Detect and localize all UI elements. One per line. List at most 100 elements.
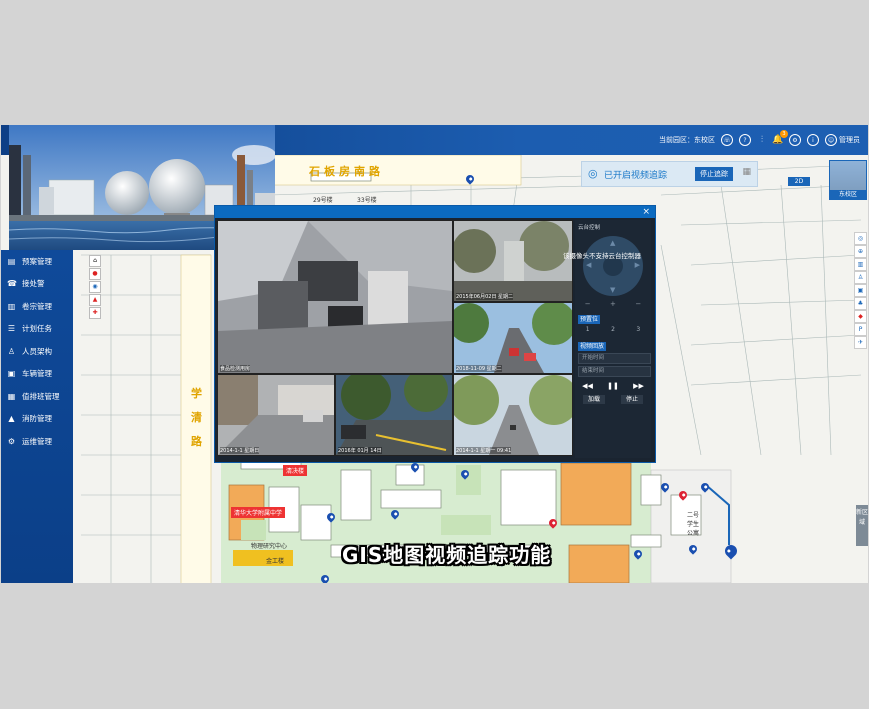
map-tool-tree-icon[interactable]: ♣ — [854, 297, 867, 310]
building-tag[interactable]: 清华大学附属中学 — [231, 507, 286, 518]
preset-tab[interactable]: 预置位 — [578, 315, 600, 324]
preset-1[interactable]: 1 — [586, 326, 590, 333]
map-tool-sos-icon[interactable]: ✚ — [89, 307, 101, 319]
sidebar-item-plan[interactable]: ▤ 预案管理 — [1, 250, 73, 273]
user-name[interactable]: 管理员 — [839, 135, 860, 145]
sliders-icon[interactable]: ⫶ — [757, 135, 767, 145]
arrow-up-icon[interactable]: ▲ — [610, 239, 615, 247]
car-icon: ▣ — [7, 369, 16, 379]
folder-icon: ▥ — [7, 301, 16, 311]
help-icon[interactable]: ? — [739, 134, 751, 146]
close-icon[interactable]: × — [642, 206, 650, 218]
map-tool-parking-icon[interactable]: P — [854, 323, 867, 336]
camera-feed-1[interactable]: 食品检测用房 — [217, 220, 453, 374]
road-label-left: 学 清 路 — [191, 387, 202, 448]
tracking-notice: ◎ 已开启视频追踪 停止追踪 ▦ — [581, 161, 758, 187]
building-label: 二号学生公寓 — [687, 512, 700, 537]
video-tracking-dialog: × 食品检测用房 2015年06月02日 星期二 2018-11-09 星期二 … — [214, 205, 656, 463]
sidebar-item-people[interactable]: ♙ 人员架构 — [1, 340, 73, 363]
preset-numbers: 1 2 3 — [575, 326, 651, 333]
fast-forward-icon[interactable]: ▶▶ — [633, 382, 644, 390]
arrow-down-icon[interactable]: ▼ — [610, 286, 615, 294]
stop-button[interactable]: 停止 — [621, 395, 643, 404]
zoom-out-icon[interactable]: − — [585, 300, 591, 308]
courtyard-camera-image — [336, 375, 452, 455]
map-tool-building-icon[interactable]: ▥ — [854, 258, 867, 271]
top-bar-right: 当前园区： 东校区 ☏ ? ⫶ 🔔 3 ⚙ i ☺ 管理员 — [659, 125, 860, 155]
preset-3[interactable]: 3 — [636, 326, 640, 333]
dialog-title-bar: × — [215, 206, 655, 218]
map-tool-globe-icon[interactable]: ⊕ — [854, 245, 867, 258]
map-tool-home-icon[interactable]: ⌂ — [89, 255, 101, 267]
rewind-icon[interactable]: ◀◀ — [582, 382, 593, 390]
building-label: 29号楼 — [313, 197, 333, 204]
camera-feed-2[interactable]: 2015年06月02日 星期二 — [453, 220, 573, 302]
target-icon: ◎ — [588, 167, 598, 180]
building-tag[interactable]: 金工楼 — [263, 555, 288, 566]
map-tool-fire-icon[interactable]: ▲ — [89, 294, 101, 306]
map-tool-layer-icon[interactable]: ◎ — [854, 232, 867, 245]
app-screen: 石板房南路 学 清 路 29号楼 33号楼 金工楼 清华大学附属中学 清决楼 物… — [1, 125, 868, 583]
fire-icon: ▲ — [8, 414, 15, 424]
playback-tab[interactable]: 视频回放 — [578, 342, 606, 351]
view-mode-2d-toggle[interactable]: 2D — [788, 177, 810, 186]
gear-icon[interactable]: ⚙ — [789, 134, 801, 146]
info-icon[interactable]: i — [807, 134, 819, 146]
trees-camera-image — [454, 221, 572, 301]
load-button[interactable]: 加载 — [583, 395, 605, 404]
building-tag[interactable]: 清决楼 — [283, 465, 308, 476]
sidebar-item-tasks[interactable]: ☰ 计划任务 — [1, 318, 73, 341]
camera-caption: 2018-11-09 星期二 — [456, 365, 502, 372]
bell-icon[interactable]: 🔔 3 — [772, 130, 788, 145]
side-tab[interactable]: 新区域 — [856, 505, 868, 546]
alarm-icon: ☎ — [7, 279, 17, 289]
map-tool-location-icon[interactable]: ◆ — [854, 310, 867, 323]
zoom-in-icon[interactable]: + — [610, 300, 616, 308]
sidebar-item-vehicles[interactable]: ▣ 车辆管理 — [1, 363, 73, 386]
gear-icon: ⚙ — [7, 436, 16, 446]
tracking-notice-text: 已开启视频追踪 — [604, 171, 668, 181]
phone-icon[interactable]: ☏ — [721, 134, 733, 146]
document-icon: ▤ — [7, 256, 16, 266]
sidebar-item-fire[interactable]: ▲ 消防管理 — [1, 408, 73, 431]
camera-feed-5[interactable]: 2016年 01月 14日 — [335, 374, 453, 456]
street-camera-image — [454, 303, 572, 373]
gate-camera-image — [218, 375, 334, 455]
map-tool-drone-icon[interactable]: ✈ — [854, 336, 867, 349]
ptz-unsupported-message: 该摄像头不支持云台控制器 — [563, 252, 641, 260]
layers-icon[interactable]: ▦ — [742, 167, 751, 177]
camera-feed-3[interactable]: 2018-11-09 星期二 — [453, 302, 573, 374]
sidebar-item-alarm[interactable]: ☎ 接处警 — [1, 273, 73, 296]
camera-caption: 2014-1-1 星期一 09:41 — [456, 447, 512, 454]
arrow-left-icon[interactable]: ◀ — [586, 261, 591, 269]
office-camera-image — [218, 221, 452, 373]
map-tool-person-icon[interactable]: ♙ — [854, 271, 867, 284]
playback-controls: ◀◀ ❚❚ ▶▶ — [575, 382, 651, 390]
avenue-camera-image — [454, 375, 572, 455]
zoom-controls: − + − — [575, 300, 651, 308]
stop-tracking-button[interactable]: 停止追踪 — [695, 167, 733, 181]
camera-feed-6[interactable]: 2014-1-1 星期一 09:41 — [453, 374, 573, 456]
ptz-control-panel: 云台控制 ▲ ▼ ◀ ▶ 该摄像头不支持云台控制器 − + − 预置位 1 2 … — [563, 220, 651, 458]
ptz-joystick[interactable]: ▲ ▼ ◀ ▶ — [583, 236, 643, 296]
campus-label: 当前园区： — [659, 136, 694, 144]
map-tool-camera-icon[interactable]: ◉ — [89, 281, 101, 293]
campus-thumbnail[interactable]: 东校区 — [829, 160, 867, 200]
sidebar-item-dossier[interactable]: ▥ 卷宗管理 — [1, 295, 73, 318]
map-tool-car-icon[interactable]: ▣ — [854, 284, 867, 297]
start-time-field[interactable]: 开始时间 — [578, 353, 651, 364]
video-subtitle: GIS地图视频追踪功能 — [342, 543, 552, 567]
user-icon[interactable]: ☺ — [825, 134, 837, 146]
preset-2[interactable]: 2 — [611, 326, 615, 333]
end-time-field[interactable]: 结束时间 — [578, 366, 651, 377]
map-tool-alarm-icon[interactable]: ● — [89, 268, 101, 280]
people-icon: ♙ — [7, 346, 16, 356]
pause-icon[interactable]: ❚❚ — [607, 382, 619, 390]
sidebar-item-schedule[interactable]: ▦ 值排班管理 — [1, 385, 73, 408]
zoom-minus-icon[interactable]: − — [635, 300, 641, 308]
road-label-top: 石板房南路 — [309, 165, 384, 178]
arrow-right-icon[interactable]: ▶ — [635, 261, 640, 269]
camera-feed-4[interactable]: 2014-1-1 星期日 — [217, 374, 335, 456]
sidebar-item-ops[interactable]: ⚙ 运维管理 — [1, 430, 73, 453]
campus-selector[interactable]: 东校区 — [694, 135, 715, 145]
